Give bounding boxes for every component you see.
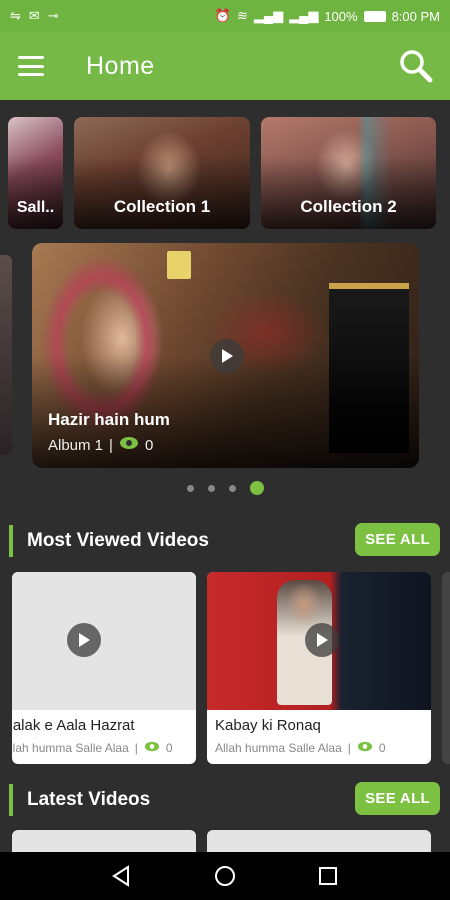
featured-carousel[interactable]: Hazir hain hum Album 1 | 0 bbox=[0, 243, 450, 471]
see-all-button[interactable]: SEE ALL bbox=[355, 523, 440, 556]
next-video-peek[interactable] bbox=[442, 572, 450, 764]
view-count: 0 bbox=[378, 741, 386, 755]
eye-icon bbox=[119, 436, 139, 454]
home-button[interactable] bbox=[210, 861, 240, 891]
video-artist: Allah humma Salle Alaa bbox=[215, 741, 342, 755]
wifi-icon: ≋ bbox=[236, 8, 248, 23]
latest-videos-header: Latest Videos SEE ALL bbox=[0, 782, 450, 818]
recents-button[interactable] bbox=[313, 861, 343, 891]
video-card[interactable] bbox=[207, 830, 431, 852]
pagination-dot[interactable] bbox=[228, 484, 236, 492]
pagination-dot[interactable] bbox=[207, 484, 215, 492]
section-title: Latest Videos bbox=[27, 789, 151, 810]
previous-slide-peek[interactable] bbox=[0, 255, 12, 455]
signal-icon-2: ▂▄▆ bbox=[289, 8, 319, 23]
menu-icon[interactable] bbox=[18, 56, 44, 76]
collection-card-1[interactable]: Collection 1 bbox=[74, 117, 250, 229]
collection-label: Sall.. bbox=[16, 199, 55, 216]
most-viewed-header: Most Viewed Videos SEE ALL bbox=[0, 523, 450, 559]
play-button[interactable] bbox=[305, 623, 339, 657]
video-card[interactable]: Halak e Aala Hazrat Allah humma Salle Al… bbox=[12, 572, 196, 764]
system-nav-bar bbox=[0, 852, 450, 900]
carousel-pagination bbox=[0, 481, 450, 495]
meta-separator: | bbox=[347, 741, 351, 755]
status-bar: ⇋ ✉ ⊸ ⏰ ≋ ▂▄▆ ▂▄▆ 100% 8:00 PM bbox=[0, 0, 450, 32]
alarm-icon: ⏰ bbox=[214, 8, 231, 23]
clock: 8:00 PM bbox=[391, 8, 440, 24]
app-bar: Home bbox=[0, 32, 450, 100]
collection-card-salle[interactable]: Sall.. bbox=[8, 117, 63, 229]
meta-separator: | bbox=[134, 741, 138, 755]
section-accent-bar bbox=[9, 525, 13, 557]
pagination-dot[interactable] bbox=[186, 484, 194, 492]
video-card[interactable]: Kabay ki Ronaq Allah humma Salle Alaa | … bbox=[207, 572, 431, 764]
view-count: 0 bbox=[165, 741, 173, 755]
play-button[interactable] bbox=[210, 339, 244, 373]
eye-icon bbox=[144, 741, 160, 755]
video-meta: Allah humma Salle Alaa | 0 bbox=[215, 741, 386, 755]
section-accent-bar bbox=[9, 784, 13, 816]
video-title: Kabay ki Ronaq bbox=[215, 717, 321, 734]
meta-separator: | bbox=[109, 436, 113, 454]
eye-icon bbox=[357, 741, 373, 755]
back-button[interactable] bbox=[107, 861, 137, 891]
video-title: Halak e Aala Hazrat bbox=[12, 717, 135, 734]
album-name: Album 1 bbox=[48, 436, 104, 454]
most-viewed-list[interactable]: Halak e Aala Hazrat Allah humma Salle Al… bbox=[0, 572, 450, 764]
section-title: Most Viewed Videos bbox=[27, 530, 209, 551]
debug-icon: ⊸ bbox=[47, 8, 59, 23]
notification-icon: ✉ bbox=[28, 8, 40, 23]
latest-videos-list[interactable] bbox=[0, 830, 450, 852]
collection-label: Collection 1 bbox=[113, 197, 211, 216]
signal-icon: ▂▄▆ bbox=[253, 8, 284, 23]
battery-icon bbox=[363, 10, 386, 22]
pagination-dot[interactable] bbox=[249, 481, 264, 495]
featured-title: Hazir hain hum bbox=[48, 410, 170, 429]
search-icon[interactable] bbox=[398, 48, 434, 84]
collection-card-2[interactable]: Collection 2 bbox=[261, 117, 436, 229]
battery-level: 100% bbox=[324, 8, 358, 24]
featured-album-card[interactable]: Hazir hain hum Album 1 | 0 bbox=[32, 243, 419, 468]
page-title: Home bbox=[86, 51, 155, 80]
video-meta: Allah humma Salle Alaa | 0 bbox=[12, 741, 173, 755]
view-count: 0 bbox=[144, 436, 154, 454]
usb-icon: ⇋ bbox=[10, 8, 21, 23]
see-all-button[interactable]: SEE ALL bbox=[355, 782, 440, 815]
video-card[interactable] bbox=[12, 830, 196, 852]
collection-label: Collection 2 bbox=[300, 197, 397, 216]
play-button[interactable] bbox=[67, 623, 101, 657]
featured-meta: Album 1 | 0 bbox=[48, 436, 153, 454]
collections-carousel[interactable]: Sall.. Collection 1 Collection 2 bbox=[0, 117, 450, 229]
video-artist: Allah humma Salle Alaa bbox=[12, 741, 129, 755]
